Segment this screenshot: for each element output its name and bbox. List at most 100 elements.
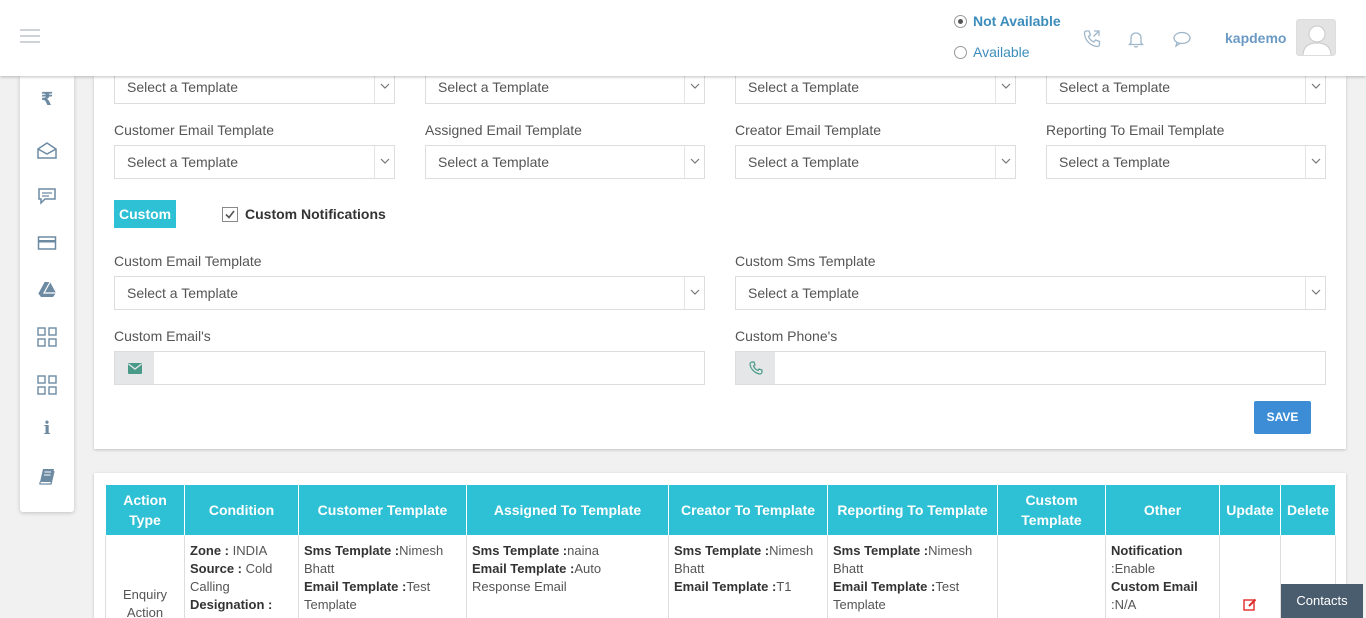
select-value: Select a Template (748, 79, 860, 95)
column-header: Assigned To Template (466, 484, 669, 536)
status-available[interactable]: Available (954, 43, 1061, 61)
sms-template-value: naina (567, 543, 599, 558)
chevron-down-icon (374, 146, 394, 178)
email-template-label: Email Template : (472, 561, 575, 576)
select-value: Select a Template (127, 154, 239, 170)
email-template-label: Email Template : (833, 579, 936, 594)
creator-email-template-select[interactable]: Select a Template (735, 145, 1016, 179)
custom-notifications-checkbox[interactable] (222, 207, 238, 222)
custom-emails-label: Custom Email's (114, 328, 211, 344)
column-header: Creator To Template (668, 484, 828, 536)
custom-sms-template-select[interactable]: Select a Template (735, 276, 1326, 310)
sms-template-label: Sms Template : (833, 543, 929, 558)
source-label: Source : (190, 561, 243, 576)
custom-email-template-label: Custom Email Template (114, 253, 262, 269)
column-header: Reporting To Template (827, 484, 998, 536)
column-header: Custom Template (997, 484, 1106, 536)
custom-phones-label: Custom Phone's (735, 328, 838, 344)
customer-email-template-select[interactable]: Select a Template (114, 145, 395, 179)
assigned-email-template-select[interactable]: Select a Template (425, 145, 705, 179)
table-row: Enquiry Action Zone : INDIA Source : Col… (105, 535, 1336, 618)
drive-icon[interactable] (36, 278, 58, 300)
customer-email-template-label: Customer Email Template (114, 122, 275, 138)
notification-rules-table: Action Type Condition Customer Template … (105, 484, 1336, 618)
column-header: Condition (184, 484, 299, 536)
custom-notifications-label[interactable]: Custom Notifications (245, 206, 386, 222)
top-header: Not Available Available kapdemo (0, 0, 1366, 76)
book-icon[interactable] (36, 465, 58, 487)
chevron-down-icon (1305, 277, 1325, 309)
comment-icon[interactable] (36, 185, 58, 207)
zone-label: Zone : (190, 543, 229, 558)
custom-badge: Custom (114, 200, 177, 228)
radio-not-available[interactable] (954, 14, 967, 28)
sms-template-label: Sms Template : (472, 543, 568, 558)
status-not-available[interactable]: Not Available (954, 12, 1061, 30)
side-nav: ₹ i (20, 76, 74, 512)
phone-icon (736, 352, 775, 384)
edit-icon[interactable] (1243, 598, 1257, 614)
select-value: Select a Template (748, 285, 860, 301)
zone-value: INDIA (229, 543, 268, 558)
custom-template-cell (997, 535, 1106, 618)
custom-sms-template-label: Custom Sms Template (735, 253, 876, 269)
mail-open-icon[interactable] (36, 139, 58, 161)
column-header: Action Type (105, 484, 185, 536)
chevron-down-icon (1305, 146, 1325, 178)
reporting-email-template-select[interactable]: Select a Template (1046, 145, 1326, 179)
user-name[interactable]: kapdemo (1225, 30, 1286, 46)
column-header: Update (1219, 484, 1281, 536)
chat-icon[interactable] (1171, 28, 1193, 50)
notification-settings-card: Select a Template Select a Template Sele… (94, 70, 1346, 449)
card-icon[interactable] (36, 232, 58, 254)
custom-phones-field[interactable] (735, 351, 1326, 385)
select-value: Select a Template (1059, 79, 1171, 95)
select-value: Select a Template (438, 154, 550, 170)
assigned-template-cell: Sms Template :naina Email Template :Auto… (466, 535, 669, 618)
menu-icon[interactable] (20, 29, 40, 47)
reporting-email-template-label: Reporting To Email Template (1046, 122, 1225, 138)
action-type-cell: Enquiry Action (105, 535, 185, 618)
contacts-button[interactable]: Contacts (1281, 584, 1363, 618)
designation-label: Designation : (190, 597, 273, 612)
phone-icon[interactable] (1081, 28, 1103, 50)
notification-value: :Enable (1111, 561, 1156, 576)
select-value: Select a Template (748, 154, 860, 170)
creator-email-template-label: Creator Email Template (735, 122, 882, 138)
select-value: Select a Template (1059, 154, 1171, 170)
sms-template-label: Sms Template : (304, 543, 400, 558)
update-cell (1219, 535, 1281, 618)
radio-available[interactable] (954, 45, 967, 59)
select-value: Select a Template (438, 79, 550, 95)
email-template-label: Email Template : (674, 579, 777, 594)
select-value: Select a Template (127, 285, 239, 301)
avatar[interactable] (1296, 19, 1336, 56)
save-button[interactable]: SAVE (1254, 401, 1311, 434)
grid-icon[interactable] (36, 374, 58, 396)
status-not-available-label: Not Available (973, 13, 1061, 29)
email-template-label: Email Template : (304, 579, 407, 594)
bell-icon[interactable] (1125, 28, 1147, 50)
other-cell: Notification :Enable Custom Email :N/A (1105, 535, 1220, 618)
custom-email-value: :N/A (1111, 597, 1137, 612)
condition-cell: Zone : INDIA Source : Cold Calling Desig… (184, 535, 299, 618)
notification-label: Notification (1111, 543, 1183, 558)
grid-icon[interactable] (36, 326, 58, 348)
email-template-value: T1 (776, 579, 792, 594)
reporting-template-cell: Sms Template :Nimesh Bhatt Email Templat… (827, 535, 998, 618)
info-icon[interactable]: i (36, 417, 58, 439)
column-header: Other (1105, 484, 1220, 536)
custom-emails-field[interactable] (114, 351, 705, 385)
creator-template-cell: Sms Template :Nimesh Bhatt Email Templat… (668, 535, 828, 618)
table-header-row: Action Type Condition Customer Template … (105, 484, 1336, 536)
custom-email-label: Custom Email (1111, 579, 1198, 594)
sms-template-label: Sms Template : (674, 543, 770, 558)
chevron-down-icon (684, 146, 704, 178)
availability-status: Not Available Available (954, 12, 1061, 74)
assigned-email-template-label: Assigned Email Template (425, 122, 582, 138)
rupee-icon[interactable]: ₹ (36, 88, 58, 110)
chevron-down-icon (684, 277, 704, 309)
custom-email-template-select[interactable]: Select a Template (114, 276, 705, 310)
chevron-down-icon (995, 146, 1015, 178)
status-available-label: Available (973, 44, 1030, 60)
